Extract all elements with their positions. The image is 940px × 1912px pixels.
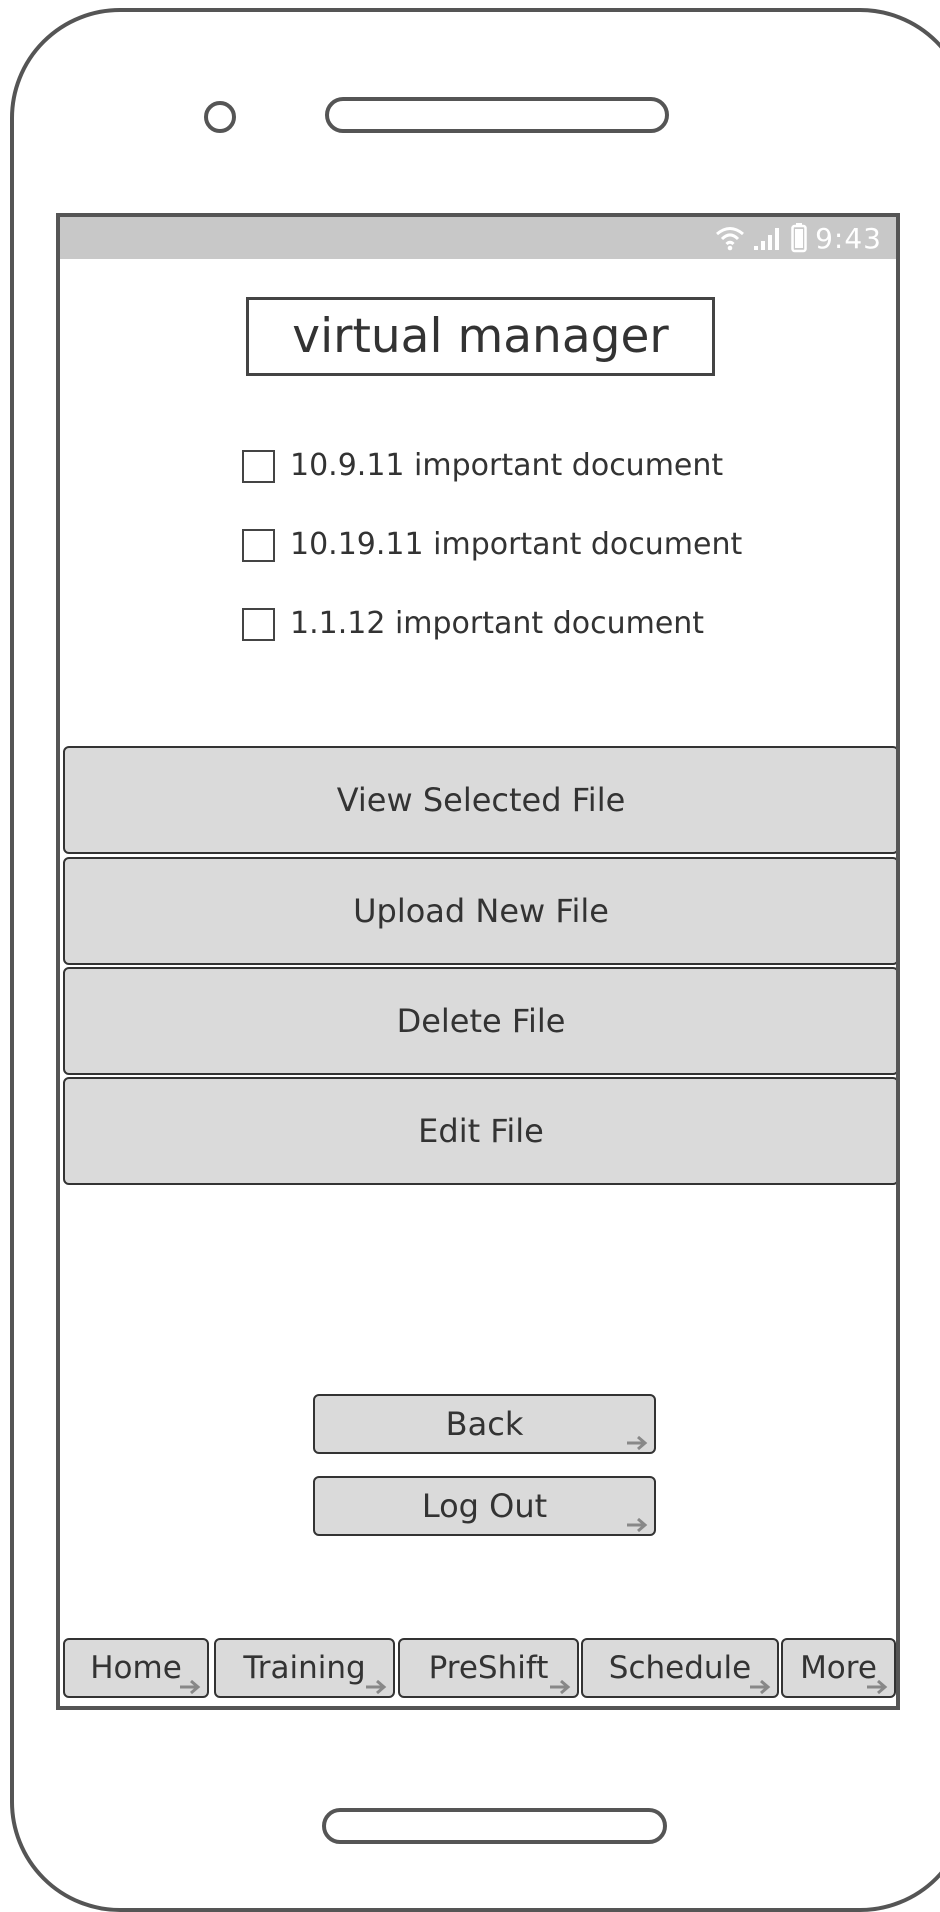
tab-more[interactable]: More (781, 1638, 896, 1698)
app-title: virtual manager (246, 297, 715, 376)
tab-schedule-label: Schedule (608, 1650, 752, 1686)
edit-file-button[interactable]: Edit File (63, 1077, 896, 1185)
document-checkbox[interactable] (242, 529, 275, 562)
arrow-right-icon (750, 1679, 771, 1695)
speaker-grille (325, 97, 669, 133)
tab-training-label: Training (243, 1650, 366, 1686)
delete-file-button[interactable]: Delete File (63, 967, 896, 1075)
status-time: 9:43 (815, 221, 882, 255)
battery-icon (791, 223, 807, 253)
document-label: 1.1.12 important document (290, 606, 705, 641)
tab-training[interactable]: Training (214, 1638, 395, 1698)
arrow-right-icon (180, 1679, 201, 1695)
home-button[interactable] (322, 1808, 667, 1844)
camera-icon (204, 101, 236, 133)
log-out-button[interactable]: Log Out (313, 1476, 656, 1536)
upload-new-file-button[interactable]: Upload New File (63, 857, 896, 965)
status-bar: 9:43 (60, 217, 896, 259)
arrow-right-icon (627, 1435, 648, 1451)
document-checkbox[interactable] (242, 608, 275, 641)
tab-schedule[interactable]: Schedule (581, 1638, 779, 1698)
tab-preshift-label: PreShift (428, 1650, 549, 1686)
arrow-right-icon (550, 1679, 571, 1695)
document-list: 10.9.11 important document 10.19.11 impo… (242, 446, 742, 683)
wifi-icon (716, 227, 745, 251)
back-button[interactable]: Back (313, 1394, 656, 1454)
document-label: 10.19.11 important document (290, 527, 743, 562)
document-label: 10.9.11 important document (290, 448, 724, 483)
document-checkbox[interactable] (242, 450, 275, 483)
signal-icon (754, 228, 780, 250)
document-item[interactable]: 10.9.11 important document (242, 446, 742, 525)
status-icons: 9:43 (715, 219, 882, 257)
screen: 9:43 virtual manager 10.9.11 important d… (56, 213, 900, 1710)
document-item[interactable]: 10.19.11 important document (242, 525, 742, 604)
tab-preshift[interactable]: PreShift (398, 1638, 579, 1698)
arrow-right-icon (627, 1517, 648, 1533)
view-selected-file-button[interactable]: View Selected File (63, 746, 896, 854)
log-out-button-label: Log Out (421, 1487, 548, 1525)
back-button-label: Back (445, 1405, 524, 1443)
arrow-right-icon (366, 1679, 387, 1695)
tab-home-label: Home (90, 1650, 182, 1686)
document-item[interactable]: 1.1.12 important document (242, 604, 742, 683)
tab-home[interactable]: Home (63, 1638, 209, 1698)
arrow-right-icon (867, 1679, 888, 1695)
